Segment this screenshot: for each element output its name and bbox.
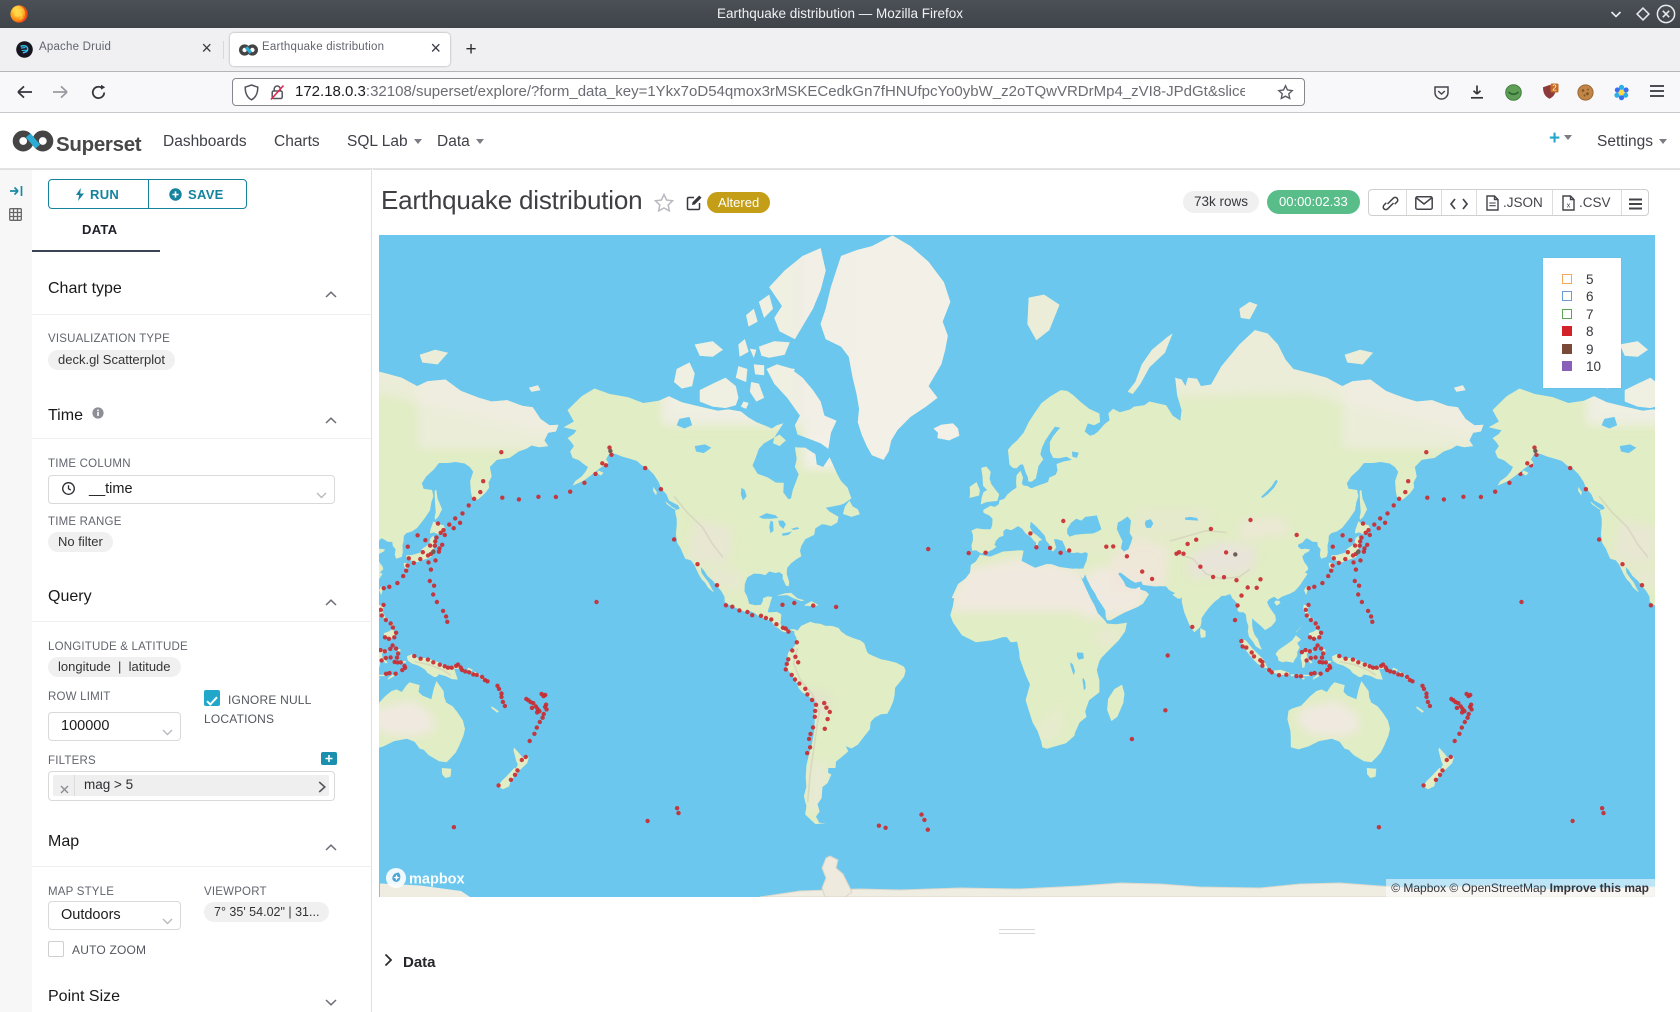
svg-text:mapbox: mapbox — [409, 872, 465, 888]
svg-text:x: x — [1567, 201, 1571, 210]
svg-text:2: 2 — [1552, 84, 1557, 93]
